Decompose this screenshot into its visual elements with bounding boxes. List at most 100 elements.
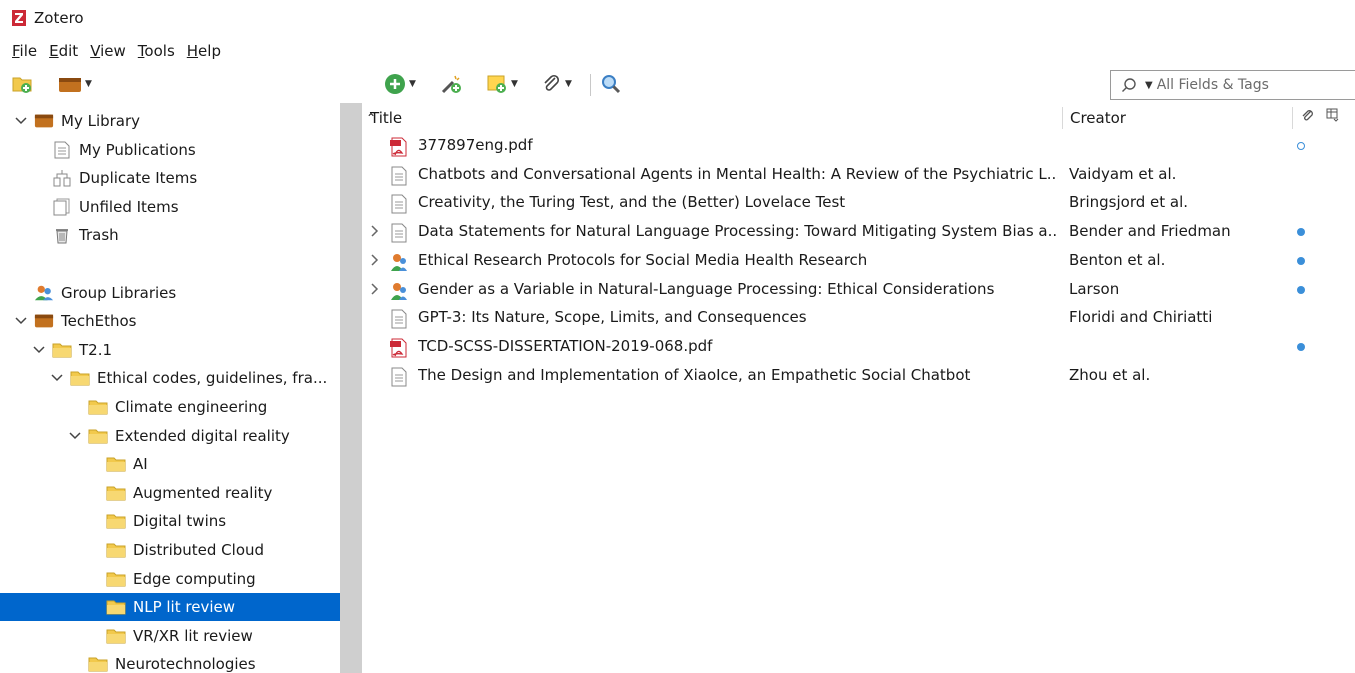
trash-icon bbox=[52, 226, 72, 244]
tree-item-label: Neurotechnologies bbox=[115, 655, 256, 673]
tree-item-label: Unfiled Items bbox=[79, 197, 179, 216]
chevron-down-icon[interactable] bbox=[14, 317, 28, 325]
tree-item-ethical-codes-guidelines-fra[interactable]: Ethical codes, guidelines, fra... bbox=[0, 364, 340, 392]
tree-item-distributed-cloud[interactable]: Distributed Cloud bbox=[0, 536, 340, 564]
column-divider[interactable] bbox=[1062, 107, 1063, 129]
tree-item-duplicate-items[interactable]: Duplicate Items bbox=[0, 164, 340, 192]
item-creator: Bringsjord et al. bbox=[1069, 193, 1189, 212]
tree-item-trash[interactable]: Trash bbox=[0, 221, 340, 249]
tree-item-label: Distributed Cloud bbox=[133, 541, 265, 559]
new-collection-icon bbox=[12, 77, 32, 93]
tree-item-digital-twins[interactable]: Digital twins bbox=[0, 507, 340, 535]
item-creator: Larson bbox=[1069, 279, 1120, 298]
item-row[interactable]: Chatbots and Conversational Agents in Me… bbox=[362, 161, 1355, 189]
search-box[interactable]: ▼ All Fields & Tags bbox=[1110, 70, 1355, 100]
tree-item-vr-xr-lit-review[interactable]: VR/XR lit review bbox=[0, 622, 340, 650]
article-icon bbox=[390, 367, 408, 387]
menu-help[interactable]: Help bbox=[187, 42, 221, 60]
new-collection-button[interactable] bbox=[12, 72, 34, 96]
tree-item-label: Augmented reality bbox=[133, 483, 273, 502]
tree-item-label: AI bbox=[133, 455, 148, 474]
attachment-dot-icon[interactable] bbox=[1297, 256, 1305, 265]
chevron-right-icon[interactable] bbox=[370, 224, 382, 240]
search-mode-dropdown-icon[interactable]: ▼ bbox=[1145, 80, 1153, 91]
item-title: Gender as a Variable in Natural-Language… bbox=[418, 279, 995, 298]
search-icon bbox=[1122, 78, 1136, 92]
tree-item-t2-1[interactable]: T2.1 bbox=[0, 336, 340, 364]
attachment-dot-icon[interactable] bbox=[1297, 285, 1305, 294]
item-row[interactable]: 377897eng.pdf bbox=[362, 132, 1355, 160]
menu-file[interactable]: File bbox=[12, 42, 37, 60]
menu-bar: File Edit View Tools Help bbox=[0, 38, 221, 64]
attachment-dot-icon[interactable] bbox=[1297, 142, 1305, 150]
tree-item-label: Trash bbox=[79, 226, 119, 245]
chevron-down-icon[interactable] bbox=[14, 117, 28, 125]
attachment-dot-icon[interactable] bbox=[1297, 228, 1305, 237]
tree-item-augmented-reality[interactable]: Augmented reality bbox=[0, 479, 340, 507]
column-attachments[interactable] bbox=[1300, 108, 1316, 128]
tree-item-ai[interactable]: AI bbox=[0, 450, 340, 478]
item-row[interactable]: The Design and Implementation of XiaoIce… bbox=[362, 362, 1355, 390]
column-picker-icon bbox=[1326, 108, 1339, 122]
toolbar: ▼ ▼ ▼ ▼ ▼ All Fields & Tags bbox=[0, 66, 1355, 102]
chevron-right-icon[interactable] bbox=[370, 282, 382, 298]
new-library-button[interactable]: ▼ bbox=[58, 72, 92, 96]
tree-item-nlp-lit-review[interactable]: NLP lit review bbox=[0, 593, 340, 622]
column-divider[interactable] bbox=[1292, 107, 1293, 129]
chevron-right-icon[interactable] bbox=[370, 253, 382, 269]
add-attachment-button[interactable]: ▼ bbox=[540, 72, 572, 96]
window-title: Zotero bbox=[34, 9, 84, 27]
tree-item-unfiled-items[interactable]: Unfiled Items bbox=[0, 193, 340, 221]
tree-item-climate-engineering[interactable]: Climate engineering bbox=[0, 393, 340, 421]
chevron-down-icon[interactable] bbox=[68, 432, 82, 440]
item-row[interactable]: Gender as a Variable in Natural-Language… bbox=[362, 276, 1355, 304]
library-icon bbox=[34, 312, 54, 330]
item-row[interactable]: GPT-3: Its Nature, Scope, Limits, and Co… bbox=[362, 304, 1355, 332]
folder-icon bbox=[88, 398, 108, 416]
folder-icon bbox=[106, 484, 126, 502]
item-title: The Design and Implementation of XiaoIce… bbox=[418, 365, 971, 384]
item-row[interactable]: Creativity, the Turing Test, and the (Be… bbox=[362, 189, 1355, 217]
item-row[interactable]: Data Statements for Natural Language Pro… bbox=[362, 218, 1355, 246]
column-header: ⌃ Title Creator bbox=[362, 103, 1355, 133]
item-title: 377897eng.pdf bbox=[418, 136, 533, 154]
menu-view[interactable]: View bbox=[90, 42, 126, 60]
chevron-down-icon[interactable] bbox=[50, 374, 64, 382]
tree-item-edge-computing[interactable]: Edge computing bbox=[0, 565, 340, 593]
item-title: GPT-3: Its Nature, Scope, Limits, and Co… bbox=[418, 308, 807, 327]
attachment-dot-icon[interactable] bbox=[1297, 342, 1305, 351]
chevron-down-icon[interactable] bbox=[32, 346, 46, 354]
item-row[interactable]: Ethical Research Protocols for Social Me… bbox=[362, 247, 1355, 275]
column-creator[interactable]: Creator bbox=[1070, 109, 1126, 127]
group-icon bbox=[34, 284, 54, 302]
add-by-identifier-button[interactable] bbox=[440, 72, 462, 96]
document-icon bbox=[52, 141, 72, 159]
folder-icon bbox=[106, 570, 126, 588]
article-icon bbox=[390, 309, 408, 329]
menu-edit[interactable]: Edit bbox=[49, 42, 78, 60]
item-row[interactable]: TCD-SCSS-DISSERTATION-2019-068.pdf bbox=[362, 333, 1355, 361]
pane-splitter[interactable] bbox=[340, 103, 362, 673]
unfiled-icon bbox=[52, 198, 72, 216]
advanced-search-button[interactable] bbox=[600, 72, 622, 96]
library-icon bbox=[59, 78, 81, 92]
collections-pane: My Library My Publications Duplicate Items… bbox=[0, 103, 340, 673]
tree-item-label: Group Libraries bbox=[61, 283, 177, 302]
new-item-button[interactable]: ▼ bbox=[384, 72, 416, 96]
tree-item-my-publications[interactable]: My Publications bbox=[0, 136, 340, 164]
title-bar: Zotero bbox=[0, 0, 1355, 36]
toolbar-separator bbox=[590, 74, 591, 96]
tree-item-extended-digital-reality[interactable]: Extended digital reality bbox=[0, 422, 340, 450]
menu-tools[interactable]: Tools bbox=[138, 42, 175, 60]
column-picker[interactable] bbox=[1326, 108, 1340, 126]
tree-item-group-libraries[interactable]: Group Libraries bbox=[0, 279, 340, 307]
new-note-button[interactable]: ▼ bbox=[486, 72, 518, 96]
tree-item-neurotechnologies[interactable]: Neurotechnologies bbox=[0, 650, 340, 673]
add-circle-icon bbox=[385, 74, 405, 94]
folder-icon bbox=[106, 627, 126, 645]
tree-item-techethos[interactable]: TechEthos bbox=[0, 307, 340, 335]
search-mode-label: All Fields & Tags bbox=[1156, 77, 1269, 93]
column-title[interactable]: Title bbox=[370, 109, 402, 127]
tree-item-my-library[interactable]: My Library bbox=[0, 107, 340, 135]
